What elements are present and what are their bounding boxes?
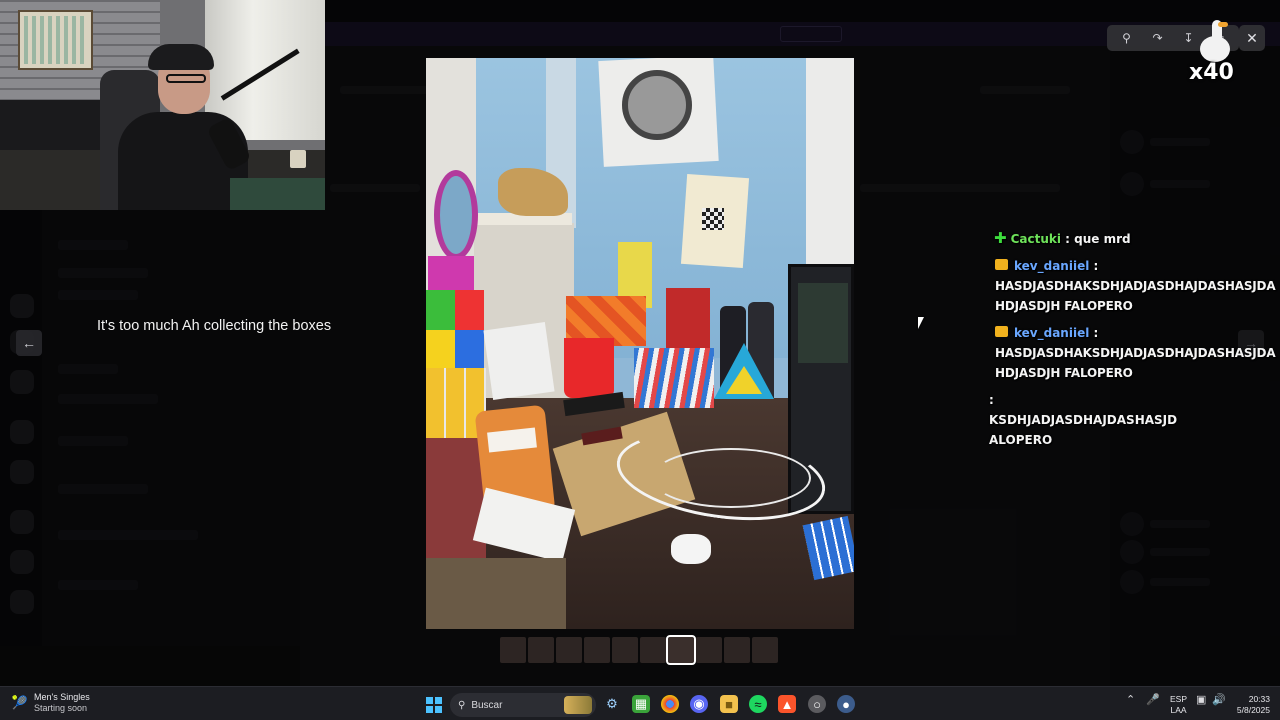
chat-separator: :	[989, 393, 994, 407]
windows-logo-icon	[426, 706, 433, 713]
webcam-person-glasses	[166, 74, 206, 83]
viewed-photo[interactable]	[426, 58, 854, 629]
chat-separator: :	[1093, 259, 1099, 273]
webcam-poster-art	[24, 16, 87, 64]
photo-right-wall	[806, 58, 854, 298]
chat-message: kev_daniiel : HASDJASDHAKSDHJADJASDHAJDA…	[986, 323, 1280, 383]
stream-chat-overlay: ✚ Cactuki : que mrd kev_daniiel : HASDJAS…	[986, 228, 1280, 457]
thumbnail[interactable]	[500, 637, 526, 663]
thumbnail[interactable]	[640, 637, 666, 663]
webcam-desk-mat	[230, 178, 325, 210]
photo-markers	[634, 348, 714, 408]
previous-image-button[interactable]: ←	[16, 330, 42, 356]
photo-rubiks-cube	[426, 290, 484, 370]
overlay-combo-counter: x40	[1189, 60, 1234, 85]
chat-separator: :	[1065, 232, 1070, 246]
close-icon: ✕	[1246, 29, 1258, 46]
chat-text: KSDHJADJASDHAJDASHASJD	[989, 413, 1178, 427]
webcam-person-cap	[148, 44, 214, 70]
widget-subtitle: Starting soon	[34, 703, 88, 713]
zoom-button[interactable]: ⚲	[1116, 27, 1138, 49]
chrome-app-icon[interactable]	[661, 695, 679, 713]
photo-red-cup	[564, 338, 614, 398]
forward-button[interactable]: ↷	[1147, 27, 1169, 49]
zoom-in-icon: ⚲	[1122, 31, 1131, 45]
tennis-icon: 🎾	[11, 695, 29, 710]
search-icon: ⚲	[458, 699, 466, 711]
photo-pink-mirror	[434, 170, 478, 260]
chat-text: HASDJASDHAKSDHJADJASDHAJDASHASJDAHDJASDJ…	[995, 346, 1276, 380]
start-button[interactable]	[426, 697, 442, 713]
obs-app-icon[interactable]: ○	[808, 695, 826, 713]
search-highlight-art	[564, 696, 592, 714]
goose-beak	[1218, 22, 1228, 27]
spotify-app-icon[interactable]: ≈	[749, 695, 767, 713]
thumbnail[interactable]	[612, 637, 638, 663]
keyboard-layout: LAA	[1170, 705, 1187, 715]
arrow-left-icon: ←	[22, 335, 36, 351]
chat-text: HASDJASDHAKSDHJADJASDHAJDASHASJDAHDJASDJ…	[995, 279, 1276, 313]
chevron-up-icon[interactable]: ⌃	[1126, 693, 1135, 706]
chat-message: ✚ Cactuki : que mrd	[986, 228, 1280, 249]
crown-badge-icon	[995, 326, 1008, 337]
download-icon: ↧	[1183, 31, 1194, 45]
windows-logo-icon	[435, 697, 442, 704]
taskbar-widget[interactable]: 🎾 Men's Singles Starting soon	[12, 692, 90, 714]
brave-app-icon[interactable]: ▲	[778, 695, 796, 713]
webcam-feed	[0, 0, 325, 210]
photo-white-cube	[483, 322, 555, 400]
photo-pyramid-face	[726, 366, 762, 394]
webcam-mug	[290, 150, 306, 168]
widget-text: Men's Singles Starting soon	[34, 692, 90, 714]
chat-message-fading: : KSDHJADJASDHAJDASHASJD ALOPERO	[986, 390, 1280, 450]
forward-icon: ↷	[1152, 31, 1163, 45]
discord-app-icon[interactable]: ◉	[690, 695, 708, 713]
chat-message: kev_daniiel : HASDJASDHAKSDHJADJASDHAJDA…	[986, 256, 1280, 316]
thumbnail[interactable]	[584, 637, 610, 663]
clock-date: 5/8/2025	[1236, 705, 1270, 715]
steam-app-icon[interactable]: ⚙	[603, 695, 621, 713]
close-viewer-button[interactable]: ✕	[1239, 25, 1265, 51]
photo-earphone-cable	[651, 448, 811, 508]
app-icon[interactable]: ●	[837, 695, 855, 713]
language-code: ESP	[1170, 694, 1188, 704]
minecraft-app-icon[interactable]: ▦	[632, 695, 650, 713]
thumbnail[interactable]	[696, 637, 722, 663]
thumbnail[interactable]	[556, 637, 582, 663]
chat-text: ALOPERO	[989, 433, 1053, 447]
chat-username: kev_daniiel	[1014, 259, 1090, 273]
stream-caption: It's too much Ah collecting the boxes	[97, 318, 332, 334]
network-icon[interactable]: ▣	[1196, 693, 1206, 706]
windows-logo-icon	[435, 706, 442, 713]
file-explorer-icon[interactable]: ■	[720, 695, 738, 713]
chat-username: kev_daniiel	[1014, 326, 1090, 340]
plus-badge-icon: ✚	[994, 229, 1007, 247]
photo-laptop-screen	[798, 283, 848, 363]
photo-cardboard-box	[426, 558, 566, 629]
search-placeholder: Buscar	[471, 699, 503, 711]
chat-text: que mrd	[1074, 232, 1131, 246]
clock-time: 20:33	[1248, 694, 1270, 704]
windows-taskbar: 🎾 Men's Singles Starting soon ⚲ Buscar ⚙…	[0, 686, 1280, 720]
microphone-icon[interactable]: 🎤	[1146, 693, 1160, 706]
volume-icon[interactable]: 🔊	[1212, 693, 1226, 706]
photo-drawing-eye	[622, 70, 692, 140]
windows-logo-icon	[426, 697, 433, 704]
chat-separator: :	[1093, 326, 1099, 340]
thumbnail[interactable]	[528, 637, 554, 663]
thumbnail[interactable]	[724, 637, 750, 663]
thumbnail[interactable]	[752, 637, 778, 663]
goose-overlay-icon	[1196, 18, 1234, 66]
thumbnail-strip	[500, 635, 778, 665]
language-indicator[interactable]: ESP LAA	[1170, 694, 1187, 716]
taskbar-clock[interactable]: 20:33 5/8/2025	[1232, 694, 1270, 716]
widget-title: Men's Singles	[34, 692, 90, 702]
photo-tissue	[671, 534, 711, 564]
mouse-cursor-icon	[918, 317, 924, 329]
thumbnail-active[interactable]	[666, 635, 696, 665]
chat-username: Cactuki	[1010, 232, 1061, 246]
crown-badge-icon	[995, 259, 1008, 270]
taskbar-search-box[interactable]: ⚲ Buscar	[450, 693, 596, 717]
photo-qr-code	[702, 208, 724, 230]
